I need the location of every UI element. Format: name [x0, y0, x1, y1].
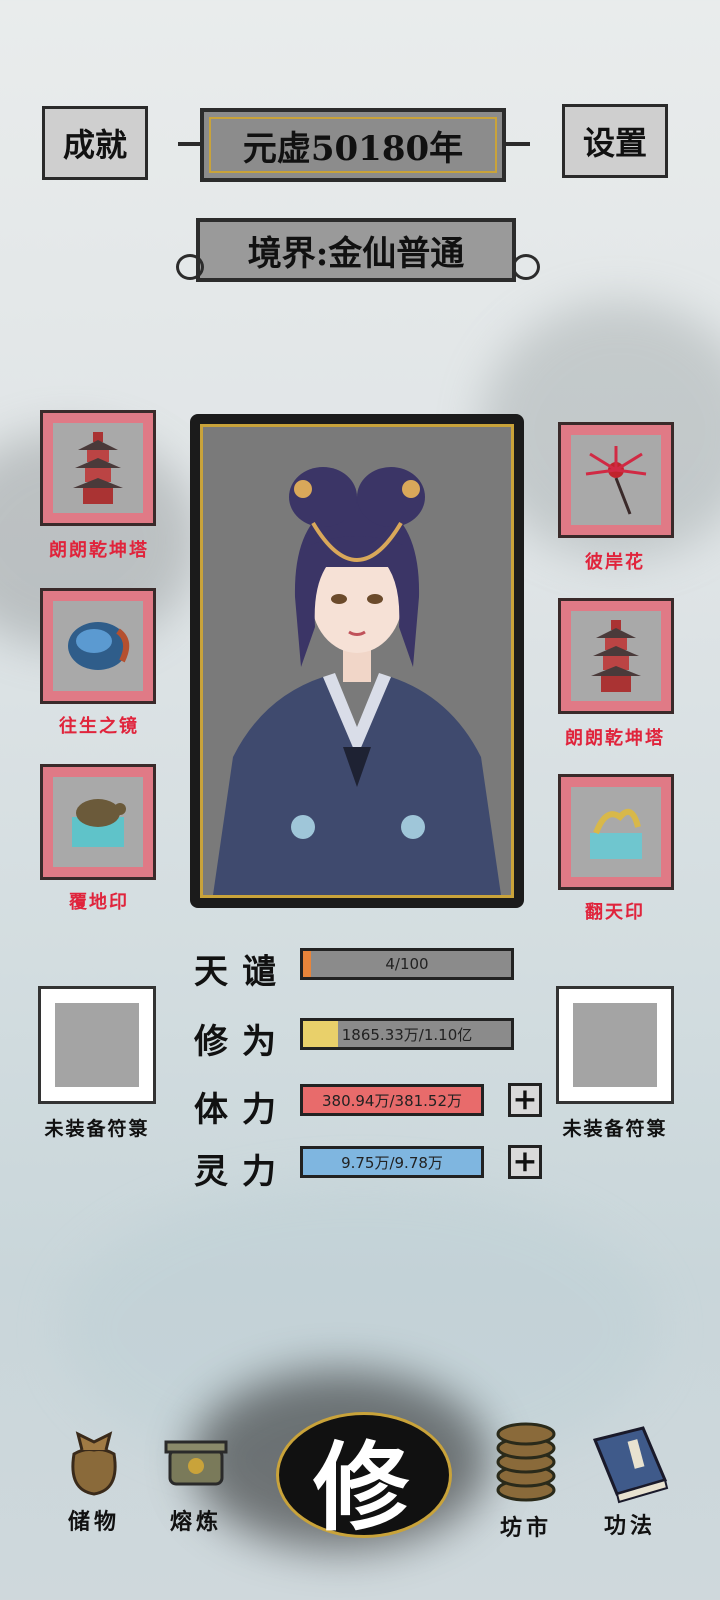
turtle-seal-icon [72, 799, 126, 847]
spirit-plus-button[interactable]: + [508, 1145, 542, 1179]
banner-rod [506, 142, 530, 146]
achievements-label: 成就 [62, 126, 127, 164]
settings-label: 设置 [582, 124, 647, 162]
year-label: 元虚50180年 [242, 128, 464, 169]
equip-label-left-2: 往生之镜 [59, 716, 139, 737]
equip-slot-left-3[interactable] [40, 764, 156, 880]
equip-label-right-1: 彼岸花 [585, 552, 645, 573]
equip-label-right-3: 翻天印 [585, 902, 645, 923]
stamina-value: 380.94万/381.52万 [321, 1091, 463, 1110]
pouch-icon [71, 1431, 117, 1496]
character-figure [213, 467, 501, 895]
nav-market[interactable]: 坊市 [476, 1416, 576, 1542]
nav-techniques[interactable]: 功法 [580, 1420, 680, 1540]
banner-rod [178, 142, 202, 146]
equip-slot-left-2[interactable] [40, 588, 156, 704]
nav-smelting[interactable]: 熔炼 [146, 1420, 246, 1536]
achievements-button[interactable]: 成就 [42, 106, 148, 180]
realm-label: 境界:金仙普通 [247, 233, 465, 274]
cultivation-bar: 1865.33万/1.10亿 [300, 1018, 514, 1050]
mirror-icon [68, 622, 130, 670]
equip-slot-right-1[interactable] [558, 422, 674, 538]
nav-market-label: 坊市 [499, 1515, 552, 1541]
stat-name-retribution: 天谴 [194, 952, 290, 992]
spirit-bar: 9.75万/9.78万 [300, 1146, 484, 1178]
spider-lily-icon [585, 446, 647, 515]
stamina-bar: 380.94万/381.52万 [300, 1084, 484, 1116]
realm-banner: 境界:金仙普通 [196, 218, 516, 282]
nav-techniques-label: 功法 [603, 1513, 656, 1539]
equip-slot-right-2[interactable] [558, 598, 674, 714]
coins-icon [496, 1422, 556, 1502]
cultivate-button[interactable]: 修 [256, 1392, 466, 1544]
retribution-value: 4/100 [385, 955, 429, 973]
equip-label-left-3: 覆地印 [69, 892, 129, 913]
nav-storage-label: 储物 [67, 1509, 120, 1535]
nav-storage[interactable]: 储物 [44, 1420, 144, 1536]
cultivate-label: 修 [313, 1431, 409, 1544]
equip-slot-left-1[interactable] [40, 410, 156, 526]
stat-name-spirit: 灵力 [194, 1152, 290, 1192]
equip-slot-right-3[interactable] [558, 774, 674, 890]
cauldron-icon [164, 1440, 228, 1486]
nav-smelting-label: 熔炼 [169, 1509, 222, 1535]
talisman-slot-right[interactable] [556, 986, 674, 1104]
stamina-plus-button[interactable]: + [508, 1083, 542, 1117]
equip-label-left-1: 朗朗乾坤塔 [49, 540, 149, 561]
scroll-end [176, 254, 204, 280]
retribution-bar: 4/100 [300, 948, 514, 980]
talisman-label-right: 未装备符箓 [562, 1118, 668, 1140]
equip-label-right-2: 朗朗乾坤塔 [565, 728, 665, 749]
talisman-slot-left[interactable] [38, 986, 156, 1104]
book-icon [592, 1426, 669, 1504]
spirit-value: 9.75万/9.78万 [341, 1153, 443, 1172]
scroll-end [512, 254, 540, 280]
character-portrait[interactable] [200, 424, 514, 898]
settings-button[interactable]: 设置 [562, 104, 668, 178]
dragon-seal-icon [590, 808, 642, 859]
stat-name-cultivation: 修为 [194, 1022, 290, 1062]
cultivation-value: 1865.33万/1.10亿 [341, 1025, 473, 1044]
stat-name-stamina: 体力 [194, 1090, 290, 1130]
pagoda-icon [73, 432, 123, 504]
talisman-label-left: 未装备符箓 [44, 1118, 150, 1140]
pagoda-icon [591, 620, 641, 692]
year-banner: 元虚50180年 [200, 108, 506, 182]
